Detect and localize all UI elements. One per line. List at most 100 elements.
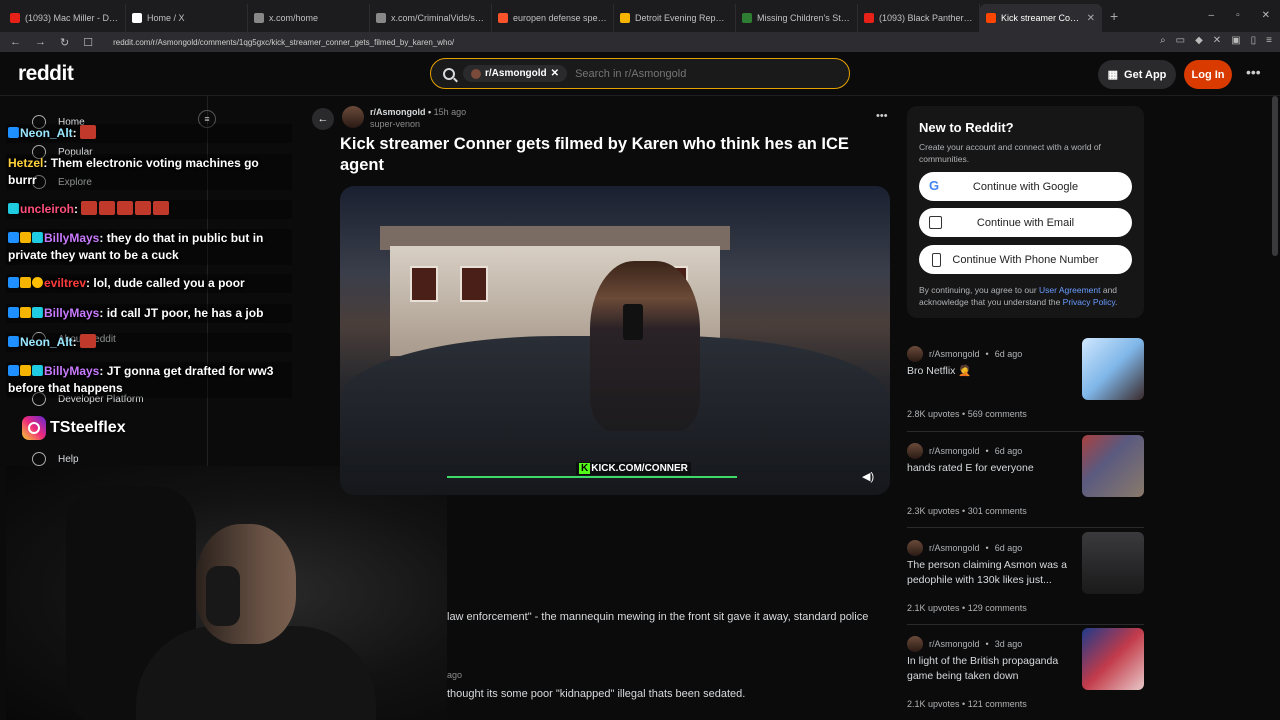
badge-icon [8,232,19,243]
close-tab-icon[interactable]: ✕ [1087,13,1095,24]
extension-icon[interactable]: ✕ [1213,35,1221,46]
nav-help[interactable]: Help [32,452,79,466]
chat-message: Neon_Alt: [6,124,292,143]
emote-icon [99,201,116,215]
more-options-icon[interactable]: ••• [1246,64,1261,80]
badge-icon [20,307,31,318]
related-post[interactable]: r/Asmongold • 6d ago The person claiming… [907,532,1144,620]
related-title[interactable]: In light of the British propaganda game … [907,654,1072,684]
browser-tab[interactable]: europen defense spending - Brave S [492,4,614,32]
user-agreement-link[interactable]: User Agreement [1039,285,1100,295]
related-subreddit[interactable]: r/Asmongold • 6d ago [907,346,1022,362]
related-subreddit[interactable]: r/Asmongold • 6d ago [907,540,1022,556]
maximize-icon[interactable]: ▫ [1236,10,1240,21]
mail-icon [929,216,942,229]
post-options-icon[interactable]: ••• [876,110,888,122]
continue-email-button[interactable]: Continue with Email [919,208,1132,237]
reload-icon[interactable]: ↻ [60,36,69,49]
brave-shield-icon[interactable]: ◆ [1195,35,1203,46]
badge-icon [20,365,31,376]
subreddit-chip[interactable]: r/Asmongold ✕ [463,65,568,82]
video-progress-bar[interactable] [447,476,737,478]
subreddit-avatar[interactable] [342,106,364,128]
search-bar[interactable]: r/Asmongold ✕ [430,58,850,89]
signup-title: New to Reddit? [919,120,1014,135]
reddit-logo[interactable]: reddit [18,62,74,86]
badge-icon [8,277,19,288]
menu-icon[interactable]: ≡ [1266,35,1272,46]
zoom-icon[interactable]: ⌕ [1160,35,1166,46]
video-watermark: K KICK.COM/CONNER [576,462,691,475]
emote-icon [135,201,152,215]
remove-chip-icon[interactable]: ✕ [551,68,559,79]
house-window [460,266,488,302]
continue-google-button[interactable]: G Continue with Google [919,172,1132,201]
badge-icon [20,232,31,243]
tab-favicon-icon [254,13,264,23]
back-icon[interactable]: ← [10,36,21,48]
related-subreddit[interactable]: r/Asmongold • 6d ago [907,443,1022,459]
page-scrollbar[interactable] [1272,96,1278,256]
related-post[interactable]: r/Asmongold • 3d ago In light of the Bri… [907,628,1144,716]
related-thumbnail[interactable] [1082,435,1144,497]
woman-filming [590,261,700,431]
related-thumbnail[interactable] [1082,532,1144,594]
reddit-header: reddit r/Asmongold✕ ▦Get App Log In ••• [0,52,1280,96]
badge-icon [8,365,19,376]
related-title[interactable]: Bro Netflix 🤦 [907,364,1072,379]
phone [623,304,643,340]
post-video[interactable]: K KICK.COM/CONNER ◀) [340,186,890,495]
subreddit-avatar [907,636,923,652]
get-app-button[interactable]: ▦ Get App [1098,60,1176,89]
webcam-feed [6,466,447,720]
help-icon [32,452,46,466]
forward-icon[interactable]: → [35,36,46,48]
tab-favicon-icon [10,13,20,23]
badge-icon [32,307,43,318]
related-thumbnail[interactable] [1082,338,1144,400]
url-field[interactable]: reddit.com/r/Asmongold/comments/1qg5gxc/… [113,38,454,47]
continue-phone-button[interactable]: Continue With Phone Number [919,245,1132,274]
close-window-icon[interactable]: ✕ [1262,10,1270,21]
minimize-icon[interactable]: – [1209,10,1215,21]
instagram-overlay: TSteelflex [22,416,126,440]
emote-icon [81,201,98,215]
tab-favicon-icon [864,13,874,23]
badge-icon [20,277,31,288]
browser-tab[interactable]: (1093) Mac Miller - Donald Trump - [4,4,126,32]
related-title[interactable]: hands rated E for everyone [907,461,1072,476]
new-tab-icon[interactable]: + [1110,8,1118,24]
subreddit-avatar [907,540,923,556]
cast-icon[interactable]: ▭ [1176,35,1185,46]
post-author[interactable]: super-venon [370,119,420,129]
badge-icon [8,307,19,318]
volume-icon[interactable]: ◀) [862,470,878,483]
post-subreddit[interactable]: r/Asmongold • 15h ago [370,107,466,117]
search-input[interactable] [575,67,846,80]
browser-tab[interactable]: (1093) Black Panther Says Ice Is Goin [858,4,980,32]
browser-tab[interactable]: x.com/home [248,4,370,32]
login-button[interactable]: Log In [1184,60,1232,89]
house-window [410,266,438,302]
related-post[interactable]: r/Asmongold • 6d ago hands rated E for e… [907,435,1144,523]
related-post[interactable]: r/Asmongold • 6d ago Bro Netflix 🤦 2.8K … [907,338,1144,426]
browser-tab[interactable]: x.com/CriminalVids/status/2012315 [370,4,492,32]
bookmark-icon[interactable]: ☐ [83,36,93,49]
privacy-policy-link[interactable]: Privacy Policy [1063,297,1115,307]
related-stats: 2.3K upvotes • 301 comments [907,506,1027,516]
extension-icon[interactable]: ▣ [1231,35,1240,46]
related-subreddit[interactable]: r/Asmongold • 3d ago [907,636,1022,652]
browser-extensions: ⌕ ▭ ◆ ✕ ▣ ▯ ≡ [1160,35,1272,46]
browser-tab[interactable]: Home / X [126,4,248,32]
post-title: Kick streamer Conner gets filmed by Kare… [340,135,849,174]
related-thumbnail[interactable] [1082,628,1144,690]
browser-tab[interactable]: Missing Children's Statistics - Global [736,4,858,32]
signup-card: New to Reddit? Create your account and c… [907,106,1144,318]
headset [206,566,240,626]
sidebar-icon[interactable]: ▯ [1251,35,1257,46]
divider [907,527,1144,528]
browser-tab-active[interactable]: Kick streamer Conner gets fil✕ [980,4,1102,32]
browser-tab[interactable]: Detroit Evening Report: Hundreds in [614,4,736,32]
back-button[interactable]: ← [312,108,334,130]
related-title[interactable]: The person claiming Asmon was a pedophil… [907,558,1072,588]
